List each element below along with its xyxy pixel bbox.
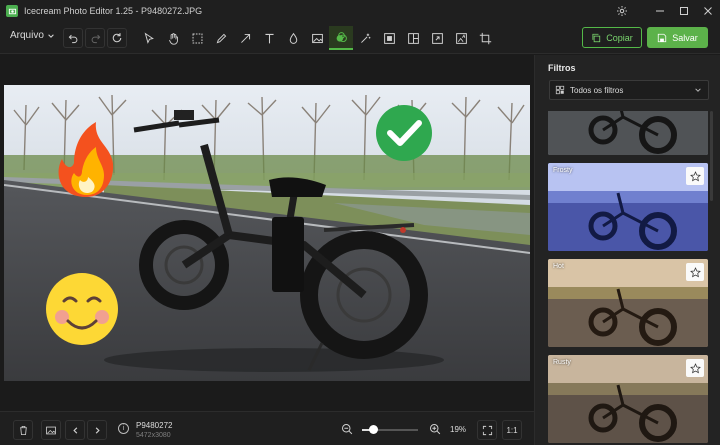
filter-category-dropdown[interactable]: Todos os filtros bbox=[549, 80, 709, 100]
redo-icon bbox=[91, 34, 100, 43]
hand-icon[interactable] bbox=[161, 26, 185, 50]
resize-icon[interactable] bbox=[425, 26, 449, 50]
zoom-percentage: 19% bbox=[450, 425, 467, 434]
status-bar: i P9480272 5472x3080 19% 1:1 bbox=[0, 411, 534, 445]
select-arrow-icon[interactable] bbox=[137, 26, 161, 50]
close-button[interactable] bbox=[696, 0, 720, 22]
filter-card[interactable] bbox=[548, 111, 708, 155]
window-title: Icecream Photo Editor 1.25 - P9480272.JP… bbox=[24, 6, 203, 16]
filters-panel: Filtros Todos os filtros Frosty Hot Rust… bbox=[534, 55, 720, 445]
star-icon bbox=[689, 362, 701, 373]
settings-gear-icon[interactable] bbox=[610, 0, 634, 22]
zoom-slider[interactable] bbox=[362, 425, 418, 434]
redo-button[interactable] bbox=[85, 28, 105, 48]
zoom-in-icon[interactable] bbox=[429, 423, 441, 435]
drop-icon[interactable] bbox=[281, 26, 305, 50]
pencil-icon[interactable] bbox=[209, 26, 233, 50]
star-icon bbox=[689, 170, 701, 181]
filter-label: Rusty bbox=[553, 359, 571, 366]
image-properties-button[interactable] bbox=[41, 420, 61, 440]
title-bar: Icecream Photo Editor 1.25 - P9480272.JP… bbox=[0, 0, 720, 22]
panel-title: Filtros bbox=[548, 63, 576, 73]
filter-label: Hot bbox=[553, 263, 564, 270]
previous-image-button[interactable] bbox=[65, 420, 85, 440]
zoom-out-icon[interactable] bbox=[341, 423, 353, 435]
chevron-left-icon bbox=[72, 426, 77, 434]
minimize-button[interactable] bbox=[648, 0, 672, 22]
file-dimensions: 5472x3080 bbox=[136, 432, 171, 439]
image-icon[interactable] bbox=[305, 26, 329, 50]
copy-button[interactable]: Copiar bbox=[582, 27, 642, 48]
file-menu[interactable]: Arquivo bbox=[10, 30, 55, 41]
fit-screen-icon bbox=[482, 425, 492, 435]
frame-icon[interactable] bbox=[377, 26, 401, 50]
file-menu-label: Arquivo bbox=[10, 30, 44, 41]
undo-icon bbox=[68, 34, 77, 43]
magic-wand-icon[interactable] bbox=[353, 26, 377, 50]
save-icon bbox=[658, 33, 667, 42]
sticker-icon[interactable] bbox=[449, 26, 473, 50]
save-label: Salvar bbox=[672, 32, 698, 43]
star-icon bbox=[689, 266, 701, 277]
info-icon[interactable]: i bbox=[118, 423, 129, 434]
chevron-right-icon bbox=[95, 426, 100, 434]
collage-icon[interactable] bbox=[401, 26, 425, 50]
filter-label: Frosty bbox=[553, 167, 573, 174]
app-logo-icon bbox=[6, 5, 18, 17]
reset-button[interactable] bbox=[107, 28, 127, 48]
crop-icon[interactable] bbox=[473, 26, 497, 50]
filter-icon[interactable] bbox=[329, 26, 353, 50]
fit-to-screen-button[interactable] bbox=[477, 420, 497, 440]
copy-icon bbox=[592, 33, 601, 42]
chevron-down-icon bbox=[48, 33, 54, 38]
arrow-line-icon[interactable] bbox=[233, 26, 257, 50]
chevron-down-icon bbox=[695, 88, 701, 92]
copy-label: Copiar bbox=[606, 32, 633, 43]
delete-button[interactable] bbox=[13, 420, 33, 440]
image-icon bbox=[46, 426, 56, 434]
filter-card[interactable]: Frosty bbox=[548, 163, 708, 251]
trash-icon bbox=[19, 425, 27, 435]
save-button[interactable]: Salvar bbox=[647, 27, 708, 48]
next-image-button[interactable] bbox=[87, 420, 107, 440]
filter-card[interactable]: Hot bbox=[548, 259, 708, 347]
dropdown-value: Todos os filtros bbox=[570, 85, 624, 95]
editor-canvas[interactable] bbox=[0, 55, 534, 411]
zoom-slider-handle[interactable] bbox=[368, 425, 378, 434]
text-icon[interactable] bbox=[257, 26, 281, 50]
maximize-button[interactable] bbox=[672, 0, 696, 22]
undo-button[interactable] bbox=[63, 28, 83, 48]
actual-size-button[interactable]: 1:1 bbox=[502, 420, 522, 440]
crop-select-icon[interactable] bbox=[185, 26, 209, 50]
grid-icon bbox=[555, 85, 565, 95]
filter-list: Frosty Hot Rusty bbox=[548, 111, 708, 445]
favorite-star-button[interactable] bbox=[686, 359, 704, 377]
favorite-star-button[interactable] bbox=[686, 167, 704, 185]
favorite-star-button[interactable] bbox=[686, 263, 704, 281]
file-name: P9480272 bbox=[136, 421, 173, 430]
photo-preview[interactable] bbox=[4, 85, 530, 381]
panel-scrollbar[interactable] bbox=[710, 111, 713, 201]
refresh-icon bbox=[112, 33, 122, 43]
filter-card[interactable]: Rusty bbox=[548, 355, 708, 443]
main-toolbar: Arquivo Copiar Salvar bbox=[0, 22, 720, 54]
